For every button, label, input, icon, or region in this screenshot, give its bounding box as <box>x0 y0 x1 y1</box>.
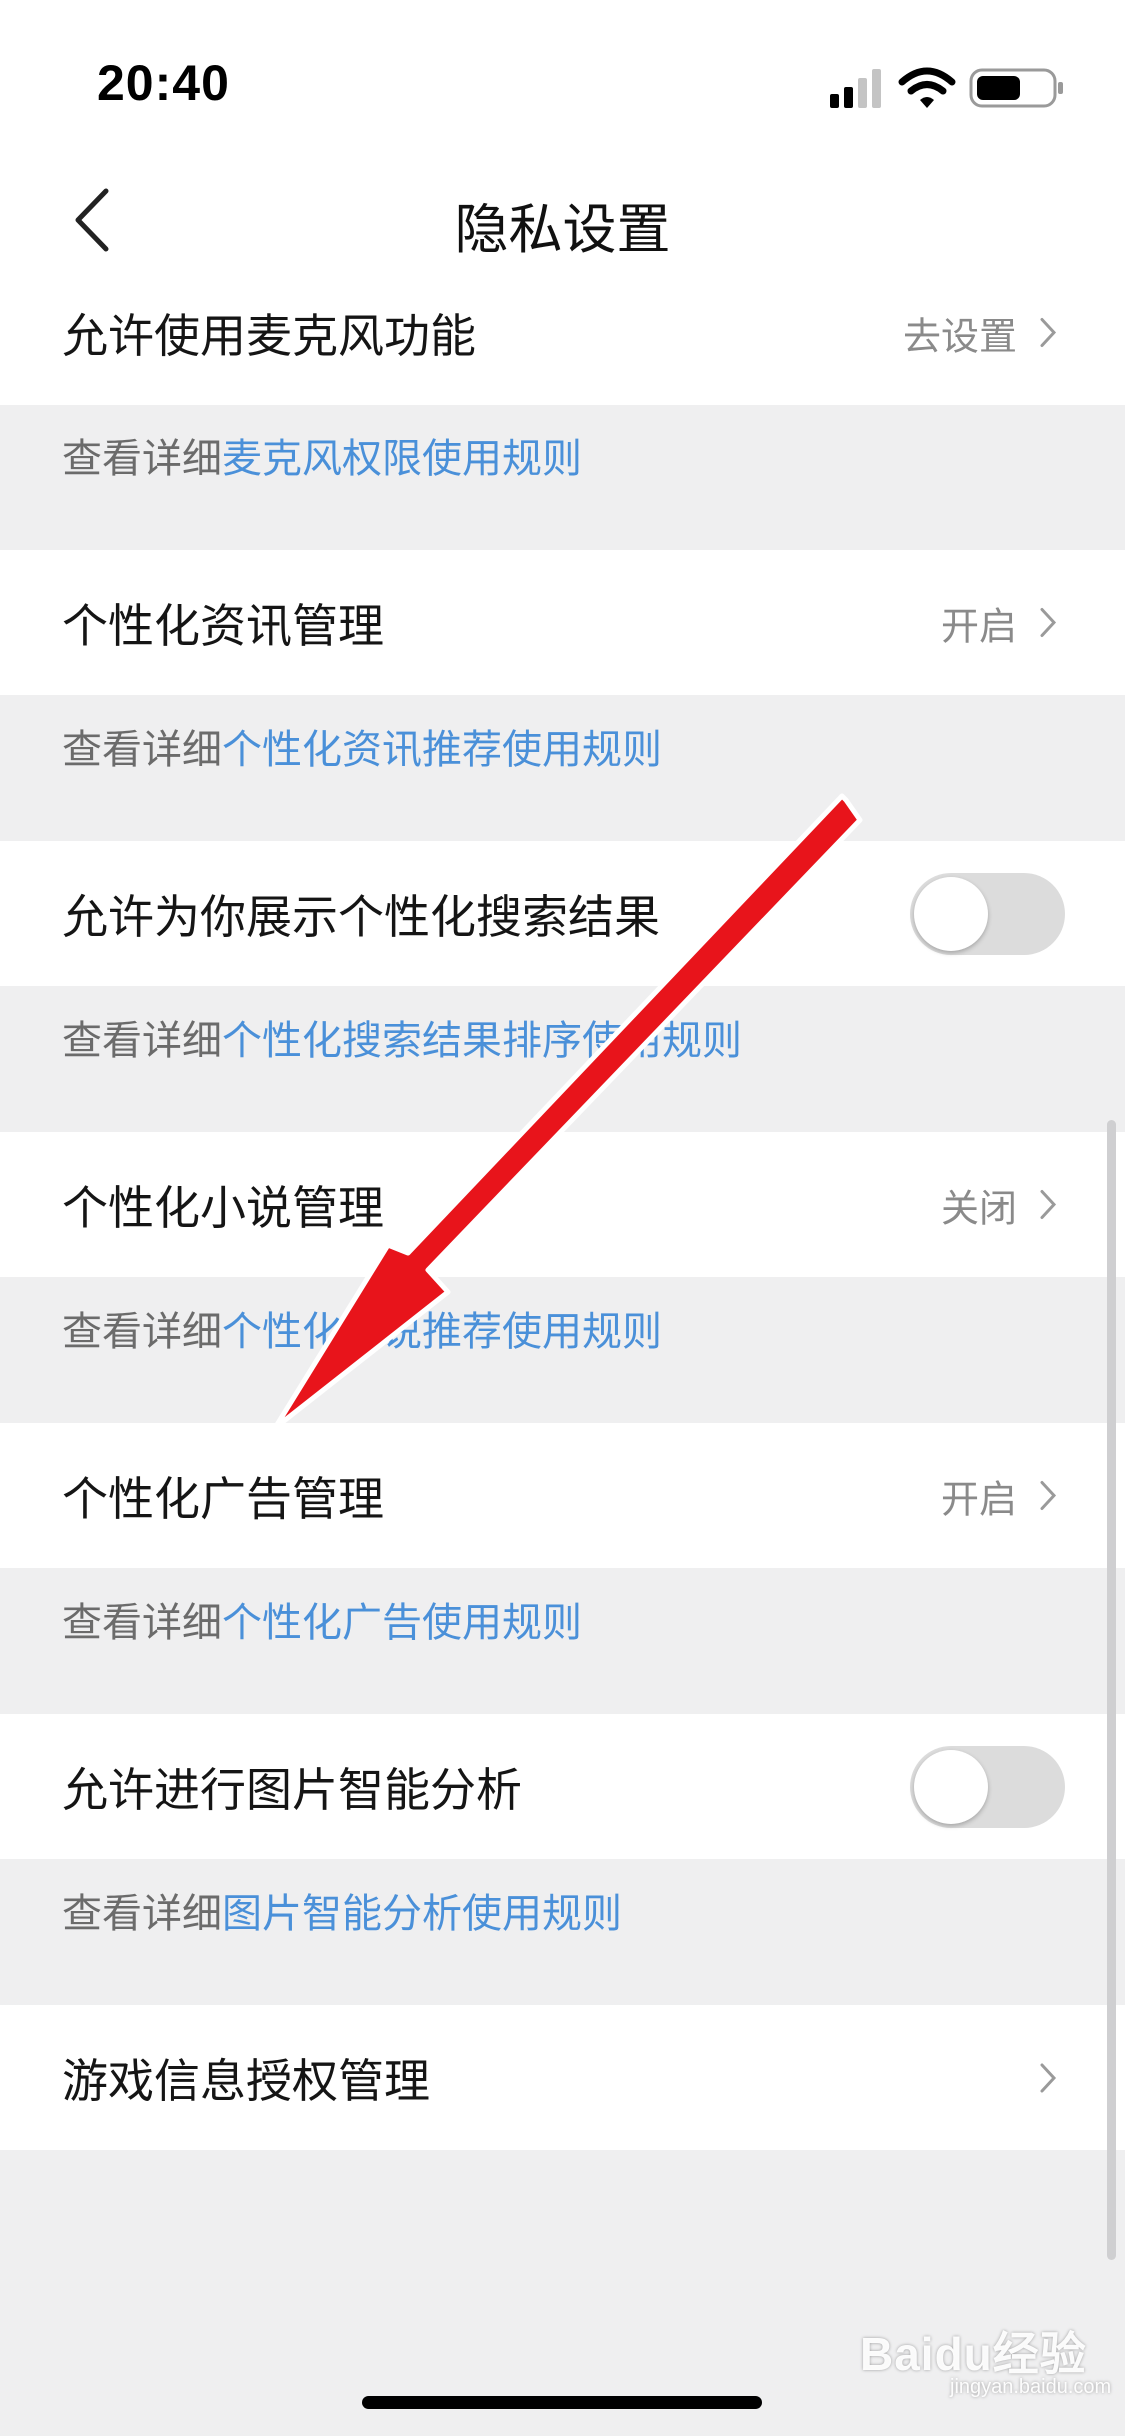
setting-note: 查看详细图片智能分析使用规则 <box>62 1891 622 1937</box>
setting-label: 个性化小说管理 <box>62 1180 384 1235</box>
setting-note: 查看详细个性化小说推荐使用规则 <box>62 1309 662 1355</box>
status-bar: 20:40 <box>0 0 1125 150</box>
rule-link[interactable]: 麦克风权限使用规则 <box>222 436 582 482</box>
chevron-right-icon <box>1040 318 1057 347</box>
setting-row-microphone[interactable]: 允许使用麦克风功能 去设置 <box>0 260 1125 405</box>
setting-row-personalized-ads[interactable]: 个性化广告管理 开启 <box>0 1423 1125 1568</box>
chevron-right-icon <box>1040 1190 1057 1219</box>
setting-label: 允许为你展示个性化搜索结果 <box>62 889 660 944</box>
setting-row-image-analysis: 允许进行图片智能分析 <box>0 1714 1125 1859</box>
rule-link[interactable]: 个性化小说推荐使用规则 <box>222 1309 662 1355</box>
wifi-icon <box>898 67 956 108</box>
chevron-right-icon <box>1040 1481 1057 1510</box>
battery-icon <box>969 68 1063 108</box>
setting-note: 查看详细麦克风权限使用规则 <box>62 436 582 482</box>
toggle-knob <box>914 876 988 951</box>
chevron-right-icon <box>1040 608 1057 637</box>
watermark: Baidu经验 jingyan.baidu.com <box>860 2318 1111 2398</box>
setting-row-personalized-news[interactable]: 个性化资讯管理 开启 <box>0 550 1125 695</box>
page-title: 隐私设置 <box>454 198 671 261</box>
setting-label: 允许使用麦克风功能 <box>62 308 476 363</box>
setting-row-personalized-search: 允许为你展示个性化搜索结果 <box>0 841 1125 986</box>
setting-note: 查看详细个性化资讯推荐使用规则 <box>62 727 662 773</box>
status-time: 20:40 <box>97 55 230 111</box>
setting-label: 个性化广告管理 <box>62 1471 384 1526</box>
setting-note: 查看详细个性化广告使用规则 <box>62 1600 582 1646</box>
status-icons <box>830 66 1067 110</box>
setting-value: 开启 <box>940 604 1017 648</box>
rule-link[interactable]: 图片智能分析使用规则 <box>222 1891 622 1937</box>
rule-link[interactable]: 个性化搜索结果排序使用规则 <box>222 1018 742 1064</box>
setting-label: 游戏信息授权管理 <box>62 2053 430 2108</box>
cellular-signal-icon <box>830 69 881 108</box>
setting-value: 去设置 <box>902 314 1017 358</box>
toggle-knob <box>914 1749 988 1824</box>
scrollbar[interactable] <box>1107 1120 1116 2260</box>
setting-row-personalized-novels[interactable]: 个性化小说管理 关闭 <box>0 1132 1125 1277</box>
watermark-url: jingyan.baidu.com <box>950 2376 1112 2398</box>
setting-label: 允许进行图片智能分析 <box>62 1762 522 1817</box>
personalized-search-toggle[interactable] <box>910 872 1065 955</box>
chevron-right-icon <box>1040 2063 1057 2092</box>
rule-link[interactable]: 个性化资讯推荐使用规则 <box>222 727 662 773</box>
home-indicator[interactable] <box>362 2396 762 2409</box>
setting-row-game-info[interactable]: 游戏信息授权管理 <box>0 2005 1125 2150</box>
watermark-brand: Baidu经验 <box>860 2328 1087 2380</box>
rule-link[interactable]: 个性化广告使用规则 <box>222 1600 582 1646</box>
setting-value: 关闭 <box>940 1186 1017 1230</box>
setting-note: 查看详细个性化搜索结果排序使用规则 <box>62 1018 742 1064</box>
setting-label: 个性化资讯管理 <box>62 598 384 653</box>
setting-value: 开启 <box>940 1477 1017 1521</box>
image-analysis-toggle[interactable] <box>910 1745 1065 1828</box>
